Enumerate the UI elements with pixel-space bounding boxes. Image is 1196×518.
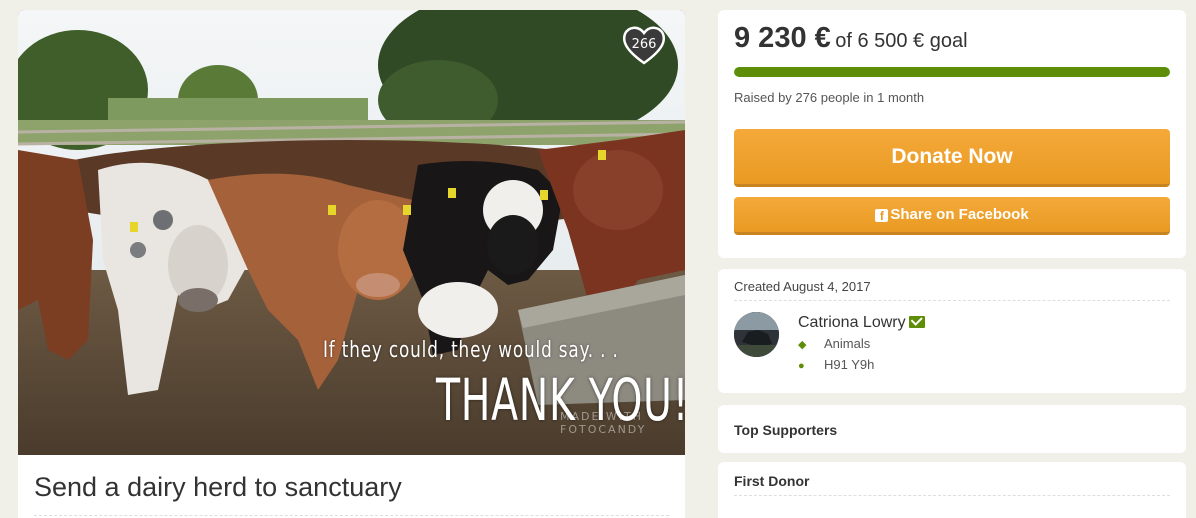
organizer-name[interactable]: Catriona Lowry	[798, 314, 906, 331]
campaign-title: Send a dairy herd to sanctuary	[34, 472, 402, 502]
organizer-name-row: Catriona Lowry	[798, 314, 925, 332]
raised-summary: 9 230 € of 6 500 € goal	[734, 22, 968, 55]
share-facebook-label: Share on Facebook	[890, 206, 1029, 223]
top-supporters-card: Top Supporters	[718, 405, 1186, 453]
heart-count: 266	[631, 37, 657, 52]
organizer-divider	[734, 300, 1170, 301]
organizer-avatar[interactable]	[734, 312, 779, 357]
first-donor-card: First Donor	[718, 462, 1186, 518]
top-supporters-heading: Top Supporters	[734, 422, 838, 438]
campaign-card: 266 If they could, they would say. . . T…	[18, 10, 685, 518]
category-label[interactable]: Animals	[824, 336, 870, 351]
donate-now-button[interactable]: Donate Now	[734, 129, 1170, 187]
location-row: ● H91 Y9h	[798, 357, 874, 372]
share-facebook-button[interactable]: f Share on Facebook	[734, 197, 1170, 235]
goal-text: of 6 500 € goal	[835, 30, 968, 52]
photo-watermark-line2: FOTOCANDY	[560, 423, 647, 436]
title-divider	[34, 515, 669, 516]
raised-by-text: Raised by 276 people in 1 month	[734, 90, 925, 105]
category-row: ◆ Animals	[798, 336, 870, 351]
progress-bar	[734, 67, 1170, 77]
envelope-icon[interactable]	[908, 316, 925, 328]
photo-watermark-line1: MADE WITH	[560, 410, 644, 423]
organizer-card: Created August 4, 2017 Catriona Lowry ◆ A…	[718, 269, 1186, 393]
funding-card: 9 230 € of 6 500 € goal Raised by 276 pe…	[718, 10, 1186, 258]
facebook-icon: f	[875, 209, 889, 223]
location-label: H91 Y9h	[824, 357, 875, 372]
like-heart-badge[interactable]: 266	[621, 24, 667, 66]
photo-watermark: MADE WITH FOTOCANDY	[560, 410, 646, 436]
first-donor-heading: First Donor	[734, 473, 810, 489]
tag-icon: ◆	[798, 339, 807, 351]
campaign-photo[interactable]: 266 If they could, they would say. . . T…	[18, 10, 685, 455]
photo-overlay-caption: If they could, they would say. . .	[323, 338, 619, 363]
raised-amount: 9 230 €	[734, 22, 831, 54]
progress-fill	[734, 67, 1170, 77]
created-date: Created August 4, 2017	[734, 279, 871, 294]
map-marker-icon: ●	[798, 360, 805, 372]
first-donor-divider	[734, 495, 1170, 496]
avatar-photo	[734, 312, 779, 357]
